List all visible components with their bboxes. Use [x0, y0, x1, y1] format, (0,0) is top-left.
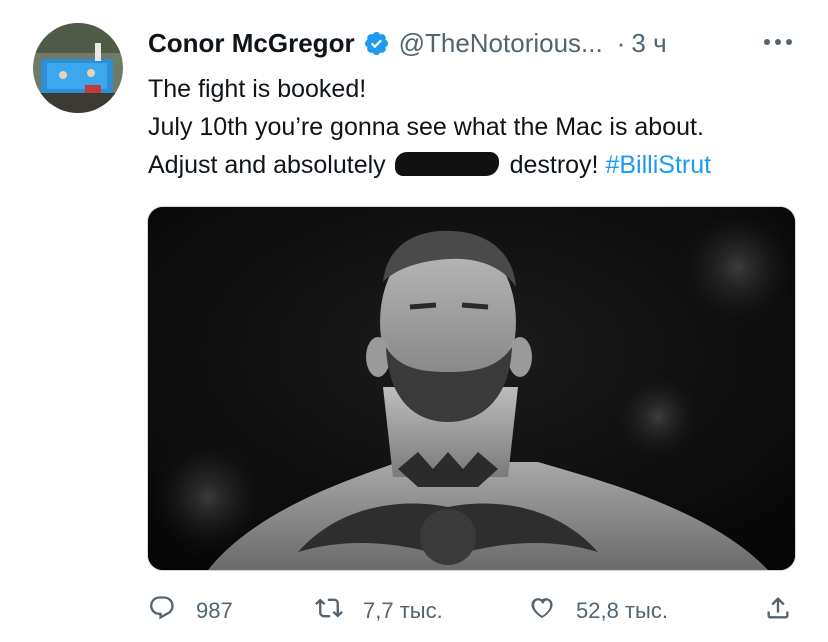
more-icon[interactable] — [760, 28, 796, 56]
tweet-header: Conor McGregor @TheNotorious... · 3 ч — [148, 24, 667, 62]
like-count: 52,8 тыс. — [576, 598, 668, 623]
tweet-text-line-1: The fight is booked! — [148, 75, 367, 103]
tweet-action-bar: 987 7,7 тыс. 52,8 тыс. — [0, 586, 828, 636]
reply-icon — [148, 594, 176, 628]
like-icon — [528, 594, 556, 628]
reply-button[interactable]: 987 — [148, 586, 233, 636]
hashtag-link[interactable]: #BilliStrut — [605, 151, 711, 179]
verified-badge-icon — [363, 30, 390, 57]
tweet-photo[interactable] — [147, 206, 796, 571]
reply-count: 987 — [196, 598, 233, 623]
author-handle[interactable]: @TheNotorious... — [399, 28, 603, 59]
tweet-text-line-3-end: destroy! — [509, 151, 599, 179]
retweet-count: 7,7 тыс. — [363, 598, 443, 623]
like-button[interactable]: 52,8 тыс. — [528, 586, 668, 636]
retweet-icon — [315, 594, 343, 628]
tweet-text-line-2: July 10th you’re gonna see what the Mac … — [148, 113, 704, 141]
separator-dot: · — [616, 27, 626, 58]
author-name[interactable]: Conor McGregor — [148, 28, 355, 59]
share-button[interactable] — [764, 586, 792, 636]
tweet-text-line-3: Adjust and absolutely destroy! #BilliStr… — [148, 146, 808, 184]
tweet-timestamp[interactable]: 3 ч — [631, 28, 666, 59]
censored-word-redaction — [394, 152, 499, 176]
share-icon — [764, 594, 792, 628]
author-avatar[interactable] — [33, 23, 123, 113]
retweet-button[interactable]: 7,7 тыс. — [315, 586, 443, 636]
tweet-text: The fight is booked! July 10th you’re go… — [148, 70, 808, 184]
tweet-text-line-3-start: Adjust and absolutely — [148, 151, 386, 179]
